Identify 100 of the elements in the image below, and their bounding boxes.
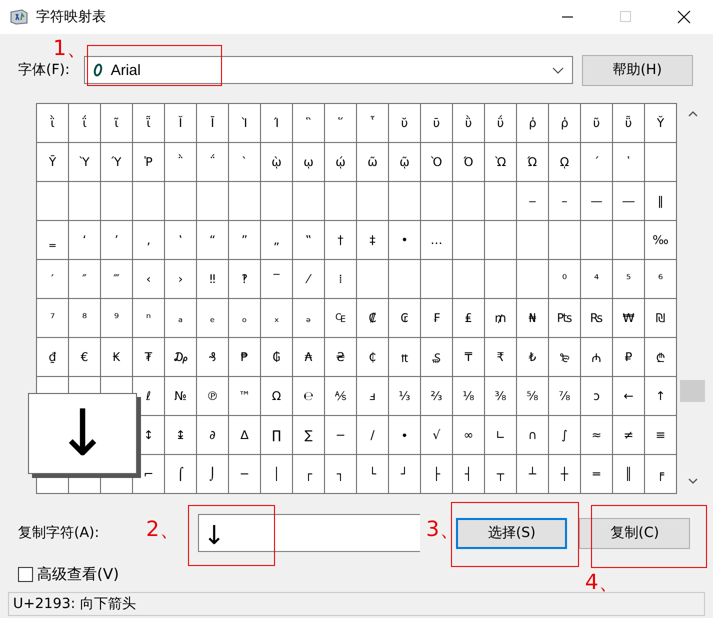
character-cell[interactable]: Ὸ [420, 142, 452, 182]
character-cell[interactable]: ┘ [388, 454, 420, 494]
character-cell[interactable]: ⁷ [36, 298, 68, 338]
character-cell[interactable]: Ὺ [68, 142, 100, 182]
font-dropdown[interactable]: Arial [84, 56, 573, 84]
character-cell[interactable]: ₱ [228, 338, 260, 376]
character-cell[interactable]: ┤ [452, 454, 484, 494]
select-button[interactable]: 选择(S) [456, 518, 568, 548]
character-cell[interactable]: ῶ [356, 142, 388, 182]
character-cell[interactable]: ⅓ [388, 376, 420, 416]
character-cell[interactable]: … [420, 220, 452, 260]
character-cell[interactable]: ₠ [324, 298, 356, 338]
character-cell[interactable]: › [164, 260, 196, 298]
character-cell[interactable]: ⅎ [356, 376, 388, 416]
character-cell[interactable]: ῦ [580, 104, 612, 142]
character-cell[interactable]: „ [260, 220, 292, 260]
character-cell[interactable]: № [164, 376, 196, 416]
character-cell[interactable]: ↨ [164, 416, 196, 454]
checkbox[interactable] [18, 567, 33, 582]
character-cell[interactable]: ₻ [548, 338, 580, 376]
character-cell[interactable]: ║ [612, 454, 644, 494]
character-cell[interactable]: € [68, 338, 100, 376]
character-cell[interactable]: ₮ [132, 338, 164, 376]
character-cell[interactable]: ῾ [612, 142, 644, 182]
character-cell[interactable]: ₼ [580, 338, 612, 376]
character-cell[interactable]: “ [196, 220, 228, 260]
character-cell[interactable]: Ῡ [36, 142, 68, 182]
character-cell[interactable]: ≈ [580, 416, 612, 454]
character-cell[interactable]: ‰ [644, 220, 676, 260]
character-cell[interactable]: ₴ [324, 338, 356, 376]
character-cell[interactable]: └ [356, 454, 388, 494]
scrollbar-thumb[interactable] [680, 380, 705, 402]
character-cell[interactable]: Ῠ [644, 104, 676, 142]
character-cell[interactable]: ₡ [356, 298, 388, 338]
character-cell[interactable]: ‡ [356, 220, 388, 260]
character-cell[interactable]: – [548, 182, 580, 220]
character-cell[interactable]: ⅔ [420, 376, 452, 416]
character-cell[interactable]: ‚ [132, 220, 164, 260]
character-cell[interactable]: ℮ [292, 376, 324, 416]
character-cell[interactable]: ₶ [388, 338, 420, 376]
character-cell[interactable]: ∂ [196, 416, 228, 454]
character-cell[interactable]: ∕ [356, 416, 388, 454]
character-cell[interactable]: √ [420, 416, 452, 454]
character-cell[interactable]: Ὼ [484, 142, 516, 182]
character-cell[interactable]: ´ [580, 142, 612, 182]
character-cell[interactable]: ⁄ [292, 260, 324, 298]
character-cell[interactable]: ῧ [612, 104, 644, 142]
character-cell[interactable]: ‛ [164, 220, 196, 260]
character-cell[interactable]: ₵ [356, 338, 388, 376]
character-cell[interactable]: ‼ [196, 260, 228, 298]
character-cell[interactable]: ⁵ [612, 260, 644, 298]
character-cell[interactable]: ῤ [516, 104, 548, 142]
character-cell[interactable]: ῷ [388, 142, 420, 182]
character-cell[interactable]: Ὶ [228, 104, 260, 142]
character-cell[interactable]: ῗ [132, 104, 164, 142]
character-cell[interactable]: ῒ [36, 104, 68, 142]
character-cell[interactable]: ” [228, 220, 260, 260]
character-cell[interactable]: ∩ [516, 416, 548, 454]
character-cell[interactable]: ₩ [612, 298, 644, 338]
character-cell[interactable]: ῢ [452, 104, 484, 142]
character-cell[interactable]: ⅝ [516, 376, 548, 416]
character-cell[interactable]: Ί [260, 104, 292, 142]
character-cell[interactable]: ΐ [68, 104, 100, 142]
character-cell[interactable]: ₷ [420, 338, 452, 376]
character-cell[interactable]: ⌡ [196, 454, 228, 494]
character-cell[interactable]: Ό [452, 142, 484, 182]
character-cell[interactable]: — [580, 182, 612, 220]
character-cell[interactable]: ‟ [292, 220, 324, 260]
character-cell[interactable]: ⁞ [324, 260, 356, 298]
character-cell[interactable]: Ώ [516, 142, 548, 182]
character-cell[interactable]: Ῐ [164, 104, 196, 142]
character-cell[interactable]: ∫ [548, 416, 580, 454]
character-cell[interactable]: ‗ [36, 220, 68, 260]
character-cell[interactable]: ⁿ [132, 298, 164, 338]
character-cell[interactable]: ™ [228, 376, 260, 416]
character-cell[interactable]: Ύ [100, 142, 132, 182]
character-cell[interactable]: ┴ [516, 454, 548, 494]
character-cell[interactable]: − [324, 416, 356, 454]
character-cell[interactable]: ∑ [292, 416, 324, 454]
character-cell[interactable]: ₯ [164, 338, 196, 376]
character-cell[interactable]: ↑ [644, 376, 676, 416]
character-cell[interactable]: ‒ [516, 182, 548, 220]
character-cell[interactable]: ` [228, 142, 260, 182]
character-cell[interactable]: ₳ [292, 338, 324, 376]
character-cell[interactable]: ῥ [548, 104, 580, 142]
characters-field[interactable]: ↓ [198, 514, 420, 552]
character-cell[interactable]: ⁹ [100, 298, 132, 338]
character-cell[interactable]: ’ [100, 220, 132, 260]
character-cell[interactable]: ῟ [356, 104, 388, 142]
character-cell[interactable]: ΰ [484, 104, 516, 142]
character-cell[interactable]: ₧ [548, 298, 580, 338]
character-cell[interactable]: ₲ [260, 338, 292, 376]
character-cell[interactable]: ⁰ [548, 260, 580, 298]
character-cell[interactable]: ₭ [100, 338, 132, 376]
character-cell[interactable]: ↄ [580, 376, 612, 416]
character-cell[interactable]: ′ [36, 260, 68, 298]
character-cell[interactable]: ₣ [420, 298, 452, 338]
help-button[interactable]: 帮助(H) [582, 54, 693, 86]
character-cell[interactable]: ⁴ [580, 260, 612, 298]
character-cell[interactable]: ῝ [292, 104, 324, 142]
